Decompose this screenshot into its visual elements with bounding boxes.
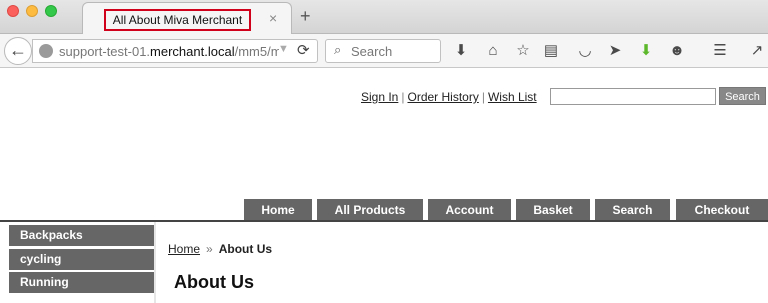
nav-all-products[interactable]: All Products	[317, 199, 423, 221]
url-text[interactable]: support-test-01.merchant.local/mm5/m	[59, 44, 279, 60]
back-arrow-icon: ←	[9, 40, 27, 60]
nav-account[interactable]: Account	[428, 199, 511, 221]
sign-in-link[interactable]: Sign In	[361, 90, 398, 104]
send-icon[interactable]: ➤	[606, 43, 624, 59]
tab-close-icon[interactable]: ×	[269, 9, 277, 27]
pocket-icon[interactable]: ◡	[576, 43, 594, 59]
site-search-input[interactable]	[550, 88, 716, 105]
browser-tab[interactable]: All About Miva Merchant ×	[82, 2, 292, 35]
url-domain: merchant.local	[150, 44, 235, 59]
green-download-icon[interactable]: ⬇	[637, 43, 655, 59]
sidebar-item-backpacks[interactable]: Backpacks	[9, 225, 154, 246]
reading-list-icon[interactable]: ▤	[542, 43, 560, 59]
tool-icon[interactable]: ↗	[748, 43, 766, 59]
menu-icon[interactable]: ☰	[711, 43, 729, 59]
order-history-link[interactable]: Order History	[407, 90, 478, 104]
bookmark-star-icon[interactable]: ☆	[514, 43, 532, 59]
breadcrumb-home-link[interactable]: Home	[168, 242, 200, 256]
globe-icon	[39, 44, 53, 58]
browser-titlebar: All About Miva Merchant × +	[0, 0, 768, 35]
search-placeholder: Search	[351, 44, 393, 59]
breadcrumb: Home » About Us	[168, 242, 272, 256]
close-window-button[interactable]	[7, 5, 19, 17]
zoom-window-button[interactable]	[45, 5, 57, 17]
nav-checkout[interactable]: Checkout	[676, 199, 768, 221]
search-icon: ⌕	[334, 42, 342, 57]
smiley-icon[interactable]: ☻	[668, 43, 686, 59]
url-host: support-test-01.	[59, 44, 151, 59]
wish-list-link[interactable]: Wish List	[488, 90, 537, 104]
back-button[interactable]: ←	[4, 37, 32, 65]
browser-toolbar: support-test-01.merchant.local/mm5/m ▼ ⟳…	[0, 34, 768, 68]
minimize-window-button[interactable]	[26, 5, 38, 17]
breadcrumb-current: About Us	[218, 242, 273, 256]
nav-basket[interactable]: Basket	[516, 199, 590, 221]
nav-search[interactable]: Search	[595, 199, 670, 221]
tab-title: All About Miva Merchant	[104, 9, 251, 31]
url-dropdown-icon[interactable]: ▼	[278, 43, 289, 55]
url-bar[interactable]: support-test-01.merchant.local/mm5/m ▼ ⟳	[32, 39, 318, 63]
breadcrumb-separator: »	[206, 242, 213, 256]
browser-search-input[interactable]: ⌕ Search	[325, 39, 441, 63]
site-search-button[interactable]: Search	[719, 87, 766, 105]
sidebar-divider	[154, 222, 156, 303]
nav-divider	[0, 220, 768, 222]
download-icon[interactable]: ⬇	[452, 43, 470, 59]
link-separator: |	[481, 90, 485, 104]
reload-icon[interactable]: ⟳	[297, 41, 310, 59]
account-links: Sign In | Order History | Wish List	[361, 90, 537, 104]
new-tab-button[interactable]: +	[300, 5, 311, 27]
sidebar-item-running[interactable]: Running	[9, 272, 154, 293]
home-icon[interactable]: ⌂	[484, 43, 502, 59]
page-title: About Us	[174, 272, 254, 292]
nav-home[interactable]: Home	[244, 199, 312, 221]
sidebar-item-cycling[interactable]: cycling	[9, 249, 154, 270]
url-path: /mm5/m	[234, 44, 279, 59]
